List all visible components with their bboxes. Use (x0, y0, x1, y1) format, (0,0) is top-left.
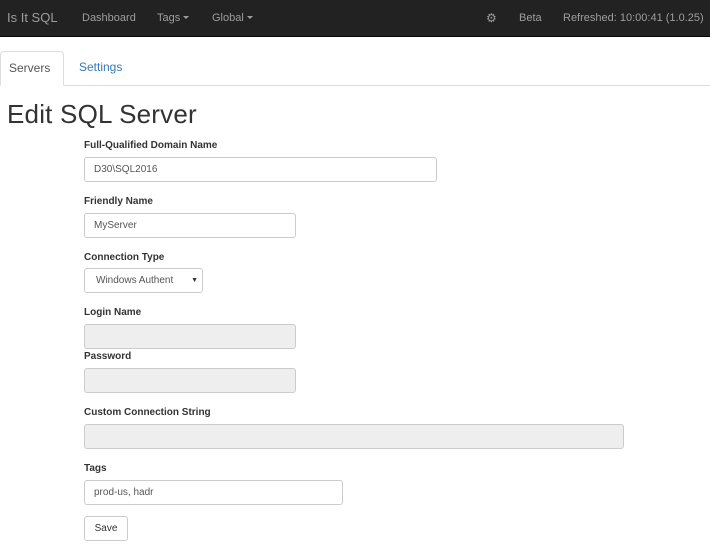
login-name-label: Login Name (84, 307, 142, 318)
chevron-down-icon (183, 16, 190, 20)
nav-global-dropdown[interactable]: Global (212, 0, 253, 36)
refreshed-status: Refreshed: 10:00:41 (1.0.25) (563, 12, 704, 24)
nav-beta[interactable]: Beta (519, 0, 542, 36)
save-button[interactable]: Save (84, 516, 128, 541)
friendly-name-label: Friendly Name (84, 196, 153, 207)
custom-connection-string-label: Custom Connection String (84, 407, 211, 418)
chevron-down-icon (246, 16, 253, 20)
tab-bar: Servers Settings (0, 51, 710, 86)
nav-tags-dropdown[interactable]: Tags (157, 0, 190, 36)
tab-settings[interactable]: Settings (71, 51, 130, 86)
brand-link[interactable]: Is It SQL (7, 0, 58, 36)
tab-servers[interactable]: Servers (0, 51, 64, 86)
friendly-name-field[interactable] (84, 213, 296, 238)
chevron-down-icon: ▼ (191, 277, 198, 284)
password-label: Password (84, 351, 132, 362)
nav-tags-label: Tags (157, 12, 181, 24)
password-field[interactable] (84, 368, 296, 393)
page-title: Edit SQL Server (7, 99, 197, 129)
connection-type-label: Connection Type (84, 252, 165, 263)
fqdn-label: Full-Qualified Domain Name (84, 140, 218, 151)
nav-global-label: Global (212, 12, 244, 24)
nav-dashboard[interactable]: Dashboard (82, 0, 136, 36)
custom-connection-string-field[interactable] (84, 424, 624, 449)
tags-field[interactable] (84, 480, 343, 505)
connection-type-value: Windows Authent (96, 275, 174, 286)
connection-type-select[interactable]: Windows Authent ▼ (84, 268, 203, 293)
top-navbar: Is It SQL Dashboard Tags Global ⚙ Beta R… (0, 0, 710, 37)
login-name-field[interactable] (84, 324, 296, 349)
gear-icon[interactable]: ⚙ (486, 0, 497, 36)
fqdn-field[interactable] (84, 157, 437, 182)
tags-label: Tags (84, 463, 107, 474)
